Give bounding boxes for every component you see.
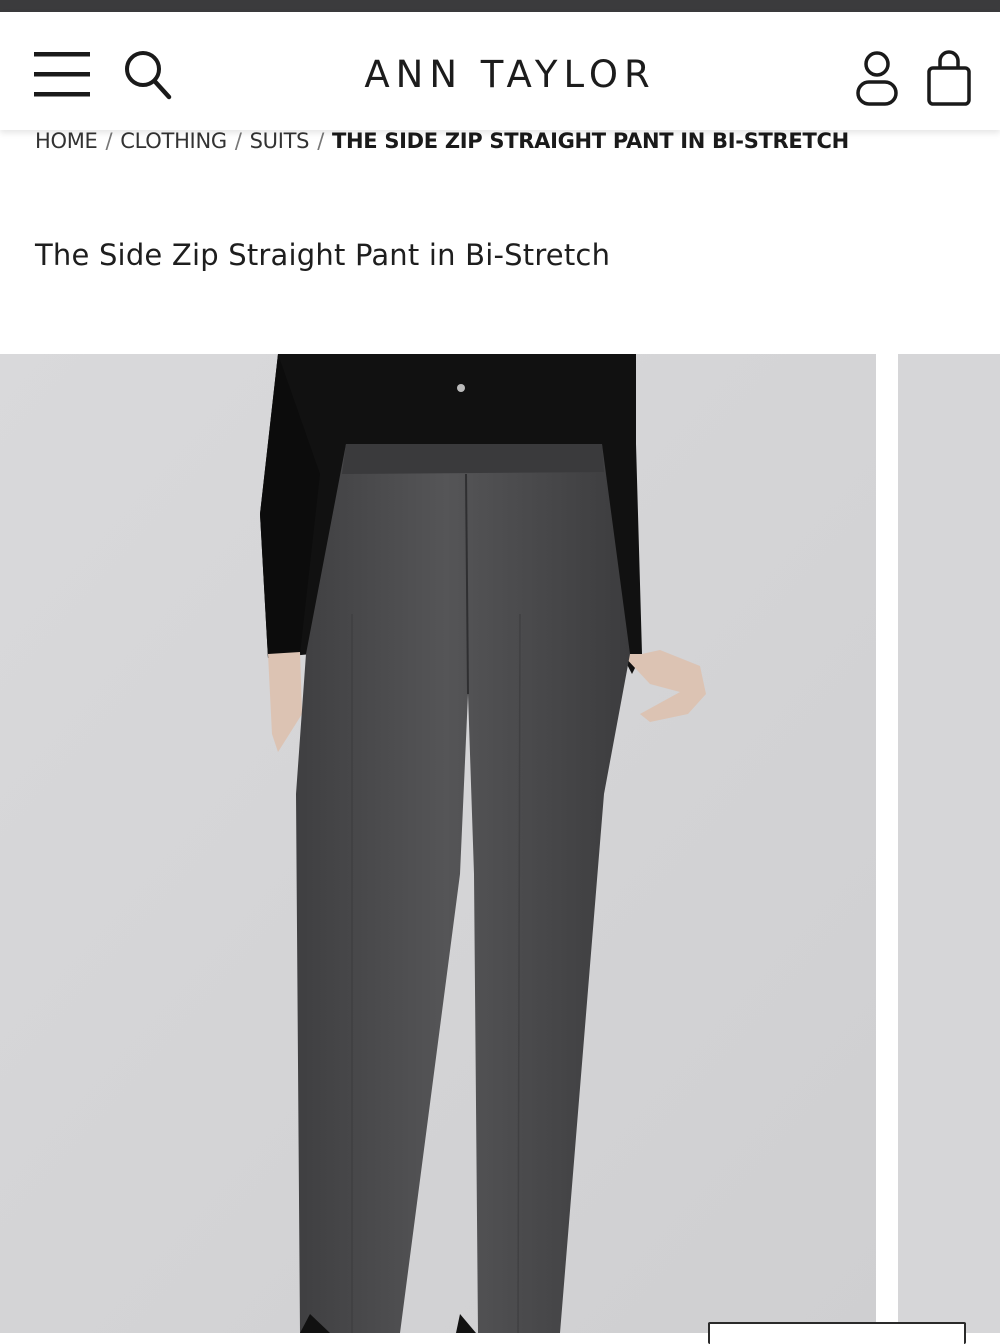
account-icon[interactable] <box>854 50 900 108</box>
search-icon[interactable] <box>122 48 174 102</box>
product-image-gallery[interactable] <box>0 354 1000 1333</box>
product-image[interactable] <box>0 354 876 1333</box>
site-header: ANN TAYLOR <box>0 12 1000 130</box>
menu-icon[interactable] <box>34 50 92 100</box>
breadcrumb-current-page: THE SIDE ZIP STRAIGHT PANT IN BI-STRETCH <box>331 129 849 153</box>
breadcrumb-clothing-link[interactable]: CLOTHING <box>120 129 227 153</box>
shopping-bag-icon[interactable] <box>926 48 972 108</box>
status-bar <box>0 0 1000 12</box>
breadcrumb-home-link[interactable]: HOME <box>35 129 98 153</box>
breadcrumb: HOME / CLOTHING / SUITS / THE SIDE ZIP STRAIGH… <box>35 126 849 156</box>
breadcrumb-separator: / <box>105 129 113 153</box>
next-product-image-preview[interactable] <box>898 354 1000 1333</box>
floating-button[interactable] <box>708 1322 966 1344</box>
product-title: The Side Zip Straight Pant in Bi-Stretch <box>35 238 611 272</box>
brand-logo[interactable]: ANN TAYLOR <box>300 50 720 100</box>
breadcrumb-suits-link[interactable]: SUITS <box>250 129 310 153</box>
breadcrumb-separator: / <box>234 129 242 153</box>
breadcrumb-separator: / <box>317 129 324 153</box>
